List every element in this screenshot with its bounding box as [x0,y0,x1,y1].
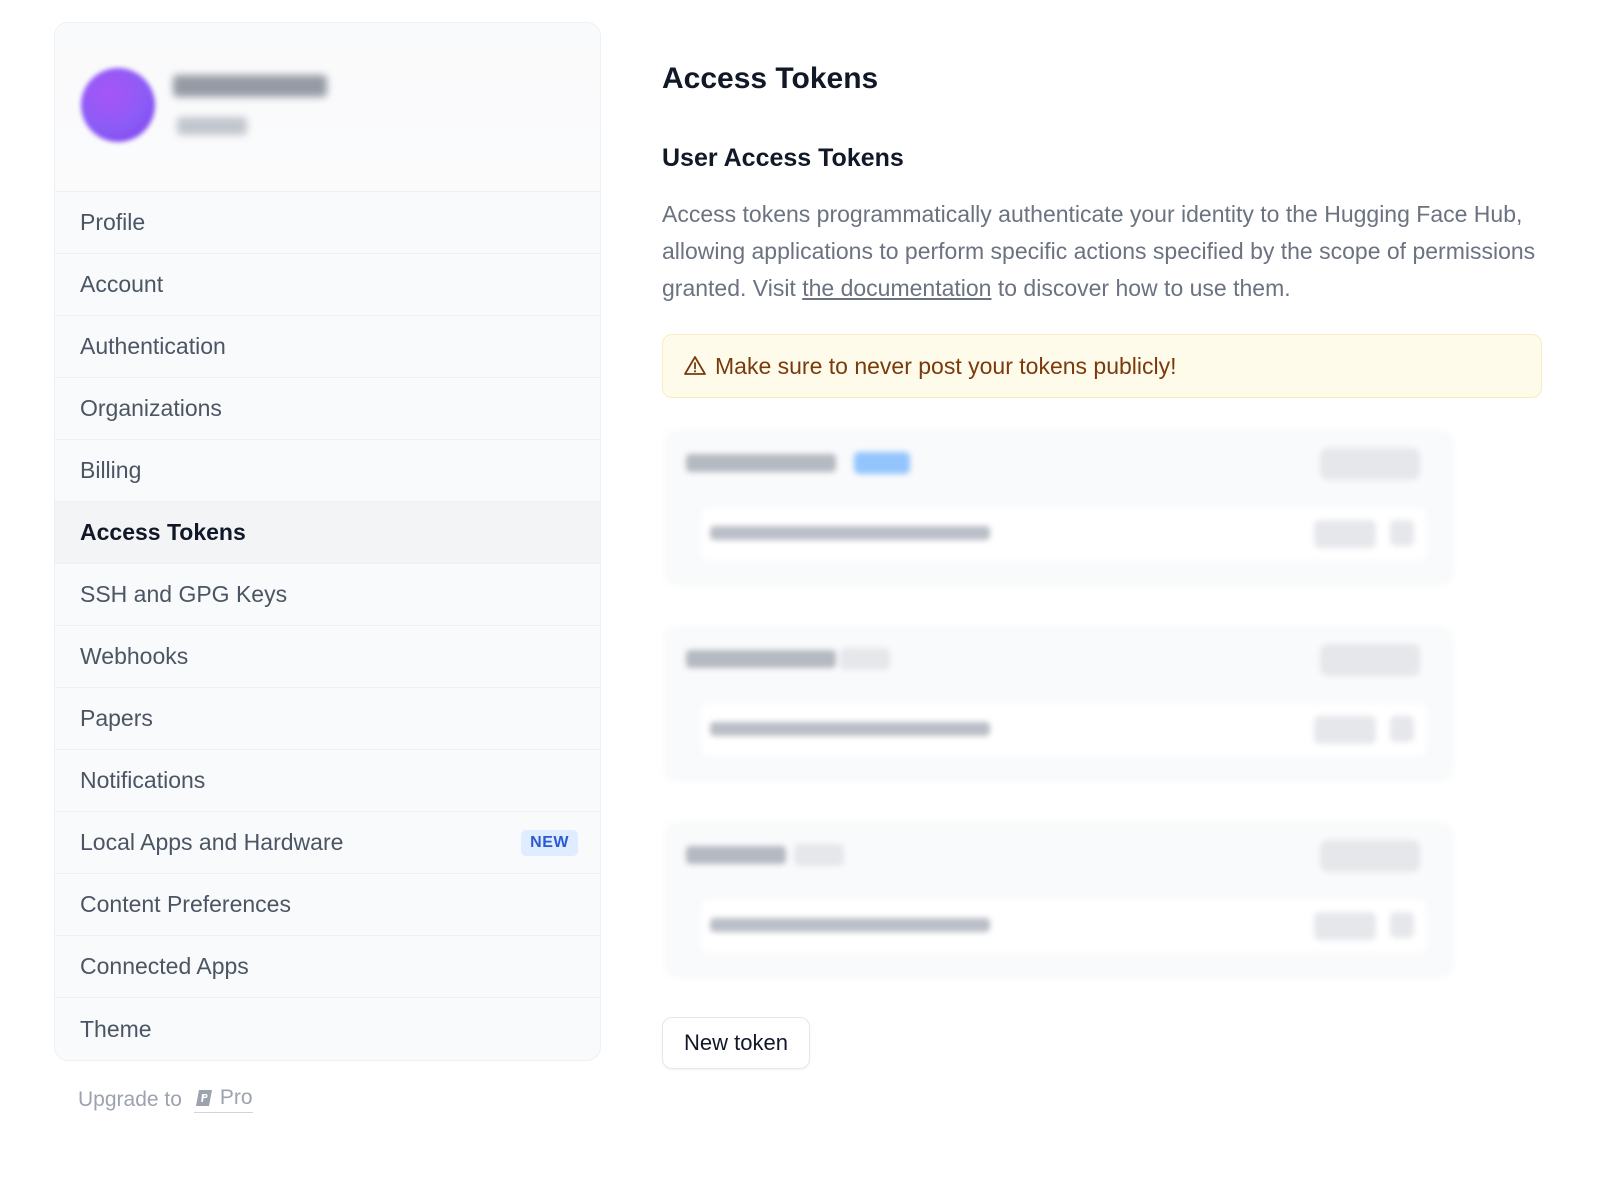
documentation-link[interactable]: the documentation [802,275,991,301]
sidebar-item-label: Notifications [80,767,206,793]
masked-token [710,526,990,540]
sidebar-item-profile[interactable]: Profile [55,192,600,254]
manage-button[interactable] [1320,840,1420,872]
token-value-field [700,506,1428,562]
sidebar-item-label: Local Apps and Hardware [80,829,344,855]
sidebar-item-ssh-gpg-keys[interactable]: SSH and GPG Keys [55,564,600,626]
token-card [664,626,1454,782]
pro-badge-icon [195,1090,212,1106]
profile-header [55,23,600,192]
redacted-handle [177,117,247,135]
sidebar-item-account[interactable]: Account [55,254,600,316]
token-value-field [700,702,1428,758]
redacted-token-name [686,846,786,864]
warning-text: Make sure to never post your tokens publ… [715,352,1177,379]
sidebar-item-label: Papers [80,705,153,731]
sidebar-item-webhooks[interactable]: Webhooks [55,626,600,688]
upgrade-pro-link[interactable]: Pro [193,1086,253,1113]
masked-token [710,918,990,932]
sidebar-item-label: SSH and GPG Keys [80,581,288,607]
upgrade-to-pro: Upgrade to Pro [78,1086,253,1113]
token-card [664,822,1454,978]
token-card [664,430,1454,586]
sidebar-item-label: Billing [80,457,142,483]
manage-button[interactable] [1320,448,1420,480]
sidebar-item-connected-apps[interactable]: Connected Apps [55,936,600,998]
token-role-badge [840,648,890,670]
token-value-field [700,898,1428,954]
upgrade-prefix: Upgrade to [78,1087,182,1111]
sidebar-item-notifications[interactable]: Notifications [55,750,600,812]
sidebar-item-label: Authentication [80,333,226,359]
avatar[interactable] [81,68,155,142]
sidebar-item-label: Access Tokens [80,519,246,545]
sidebar-item-local-apps[interactable]: Local Apps and Hardware NEW [55,812,600,874]
show-token-button[interactable] [1314,716,1376,744]
sidebar-item-label: Account [80,271,164,297]
sidebar-item-organizations[interactable]: Organizations [55,378,600,440]
sidebar-item-theme[interactable]: Theme [55,998,600,1060]
sidebar-item-label: Content Preferences [80,891,291,917]
redacted-token-name [686,454,836,472]
description-text-end: to discover how to use them. [991,275,1291,301]
sidebar-item-billing[interactable]: Billing [55,440,600,502]
show-token-button[interactable] [1314,520,1376,548]
token-role-badge [794,844,844,866]
sidebar-item-papers[interactable]: Papers [55,688,600,750]
new-token-button[interactable]: New token [662,1017,810,1069]
copy-icon[interactable] [1390,716,1414,742]
redacted-username [173,75,327,97]
manage-button[interactable] [1320,644,1420,676]
settings-nav: Profile Account Authentication Organizat… [55,192,600,1060]
masked-token [710,722,990,736]
settings-sidebar: Profile Account Authentication Organizat… [54,22,601,1061]
page-title: Access Tokens [662,62,879,95]
sidebar-item-authentication[interactable]: Authentication [55,316,600,378]
token-role-badge [854,452,910,474]
warning-triangle-icon [684,356,706,375]
copy-icon[interactable] [1390,912,1414,938]
sidebar-item-label: Organizations [80,395,222,421]
copy-icon[interactable] [1390,520,1414,546]
warning-banner: Make sure to never post your tokens publ… [662,334,1542,398]
sidebar-item-label: Connected Apps [80,953,249,979]
pro-label: Pro [219,1086,253,1109]
sidebar-item-label: Theme [80,1015,152,1042]
sidebar-item-content-preferences[interactable]: Content Preferences [55,874,600,936]
tokens-description: Access tokens programmatically authentic… [662,196,1547,307]
new-badge: NEW [521,829,578,856]
sidebar-item-label: Webhooks [80,643,189,669]
section-title: User Access Tokens [662,144,904,172]
show-token-button[interactable] [1314,912,1376,940]
sidebar-item-access-tokens[interactable]: Access Tokens [55,502,600,564]
sidebar-item-label: Profile [80,209,146,235]
redacted-token-name [686,650,836,668]
